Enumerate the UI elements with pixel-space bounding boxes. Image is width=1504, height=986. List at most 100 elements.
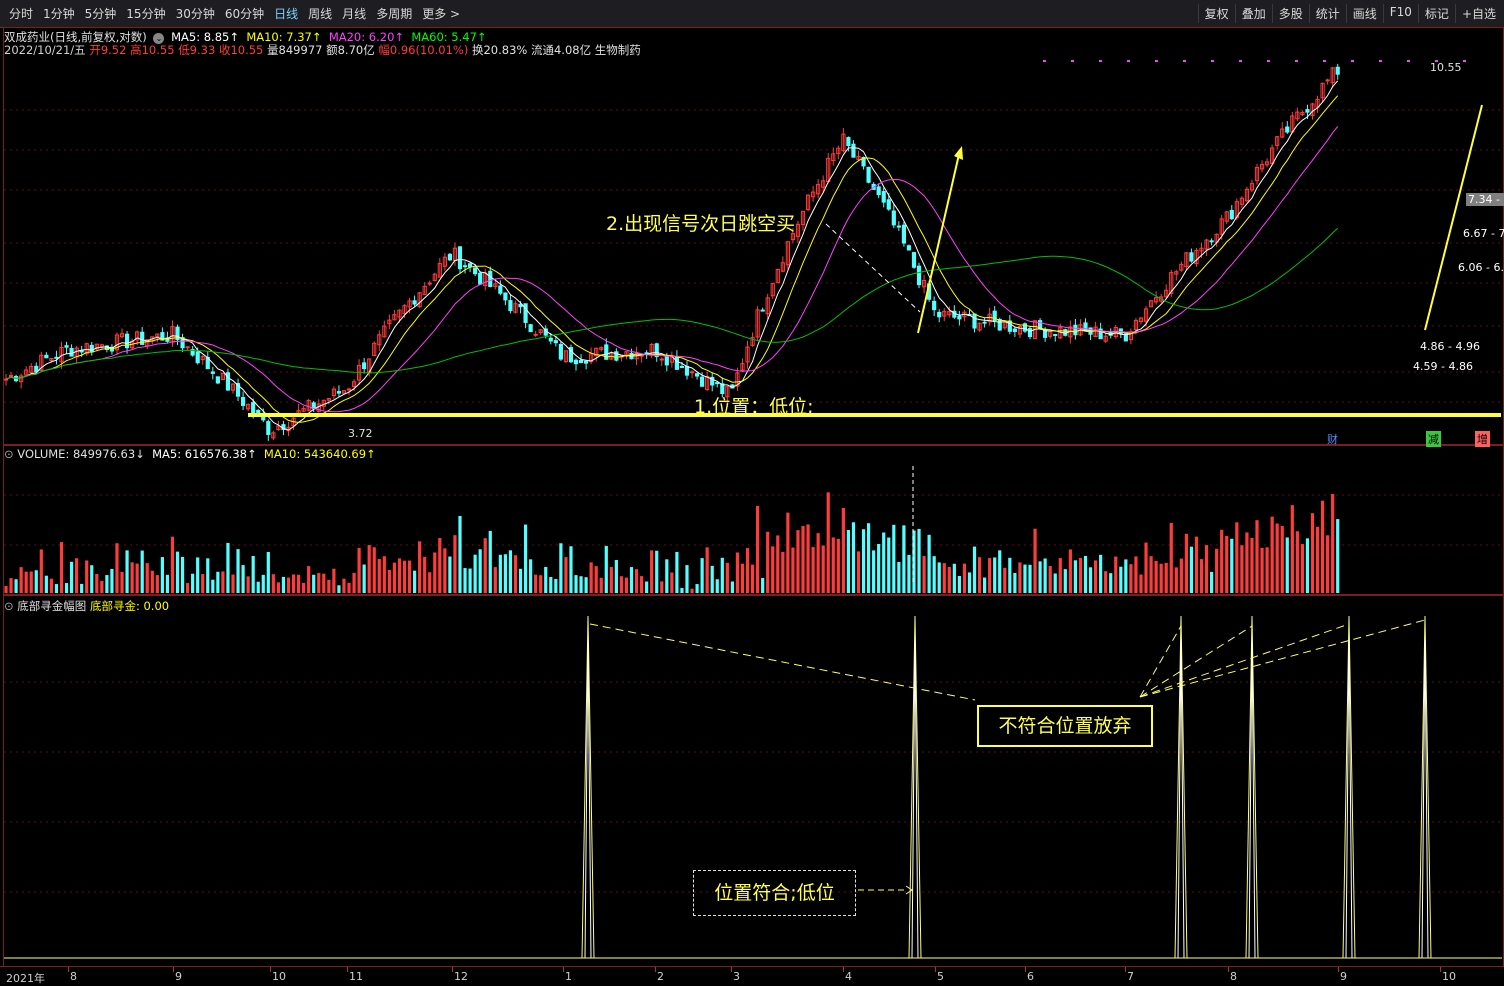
volume-bar — [1078, 557, 1083, 593]
candle-body — [932, 300, 937, 311]
event-badge-jian[interactable]: 减 — [1426, 431, 1441, 447]
volume-bar — [85, 560, 89, 593]
candle-body — [886, 199, 891, 210]
candle-body — [498, 285, 503, 294]
annotation-match: 位置符合;低位 — [693, 870, 856, 916]
volume-bar — [473, 554, 477, 593]
volume-bar — [307, 566, 311, 593]
volume-bar — [286, 577, 291, 593]
candle-body — [467, 263, 473, 268]
volume-bar — [185, 583, 190, 593]
marker-dot — [1463, 60, 1466, 62]
volume-bar — [1220, 529, 1224, 593]
volume-bar — [665, 559, 669, 593]
candle-body — [558, 343, 563, 360]
rally-arrow-2 — [1424, 104, 1483, 331]
annotation-reject: 不符合位置放弃 — [977, 705, 1153, 747]
volume-bar — [1008, 557, 1012, 593]
candle-body — [760, 309, 765, 312]
volume-bar — [337, 585, 341, 593]
volume-bar — [281, 576, 286, 593]
date-tick — [563, 967, 564, 972]
candle-body — [553, 340, 558, 344]
candle-body — [240, 397, 246, 406]
volume-bar — [892, 524, 896, 593]
volume-bar — [29, 571, 33, 593]
candle-body — [64, 345, 69, 348]
volume-bar — [529, 559, 533, 593]
volume-bar — [357, 547, 361, 593]
event-badge-zeng[interactable]: 增 — [1475, 431, 1490, 447]
date-tick — [452, 967, 453, 972]
candle-body — [462, 265, 468, 268]
candle-body — [447, 253, 453, 261]
volume-bar — [639, 576, 644, 593]
volume-bar — [1204, 545, 1209, 593]
volume-bar — [44, 575, 48, 593]
candle-body — [866, 166, 871, 183]
volume-bar — [1058, 558, 1062, 593]
candle-body — [906, 245, 912, 251]
volume-bar — [1109, 573, 1113, 593]
volume-bar — [544, 566, 548, 593]
volume-bar — [498, 554, 502, 593]
candle-body — [1335, 66, 1340, 75]
date-label-1: 8 — [70, 970, 77, 983]
volume-bar — [418, 541, 422, 593]
volume-bar — [261, 574, 265, 593]
price-high-label: 10.55 — [1430, 61, 1462, 74]
volume-bar — [322, 573, 326, 593]
volume-bar — [221, 571, 225, 593]
candle-body — [881, 191, 886, 203]
volume-bar — [962, 563, 967, 593]
volume-bar — [1003, 567, 1007, 593]
volume-bar — [312, 574, 316, 593]
volume-bar — [392, 562, 397, 593]
volume-bar — [766, 531, 770, 593]
reject-arrow — [1139, 625, 1182, 698]
volume-bar — [443, 548, 447, 593]
kline-chart[interactable] — [0, 0, 1504, 966]
date-label-0: 2021年 — [6, 972, 45, 985]
candle-body — [548, 337, 553, 342]
marker-dot — [1407, 60, 1410, 62]
volume-bar — [115, 543, 119, 593]
volume-bar — [387, 570, 391, 593]
volume-bar — [1053, 573, 1057, 593]
volume-bar — [372, 547, 376, 593]
volume-bar — [266, 551, 270, 593]
reject-arrow — [589, 623, 976, 701]
volume-bar — [680, 588, 684, 593]
volume-bar — [1164, 562, 1168, 593]
volume-bar — [861, 529, 866, 593]
volume-bar — [483, 538, 487, 593]
volume-bar — [993, 557, 997, 593]
volume-bar — [609, 567, 613, 593]
candle-body — [689, 371, 695, 374]
volume-bar — [660, 581, 664, 593]
annotation-signal: 2.出现信号次日跳空买 — [606, 213, 796, 235]
volume-bar — [1159, 563, 1163, 593]
volume-bar — [236, 549, 240, 593]
volume-bar — [887, 537, 891, 593]
candle-body — [876, 186, 881, 196]
volume-bar — [574, 575, 578, 593]
volume-bar — [791, 547, 795, 593]
volume-bar — [967, 572, 972, 593]
volume-bar — [347, 582, 351, 593]
volume-bar — [1310, 513, 1315, 593]
volume-bar — [866, 523, 871, 593]
volume-bar — [604, 545, 608, 593]
volume-bar — [1235, 522, 1239, 593]
candle-body — [916, 265, 922, 286]
volume-bar — [362, 564, 366, 593]
volume-bar — [776, 535, 780, 593]
volume-bar — [39, 549, 43, 593]
volume-bar — [927, 534, 931, 593]
candle-body — [215, 376, 220, 384]
date-label-9: 4 — [845, 970, 852, 983]
volume-bar — [750, 564, 755, 593]
candle-body — [664, 356, 669, 366]
volume-bar — [897, 561, 901, 593]
event-badge-cai[interactable]: 财 — [1327, 431, 1338, 447]
